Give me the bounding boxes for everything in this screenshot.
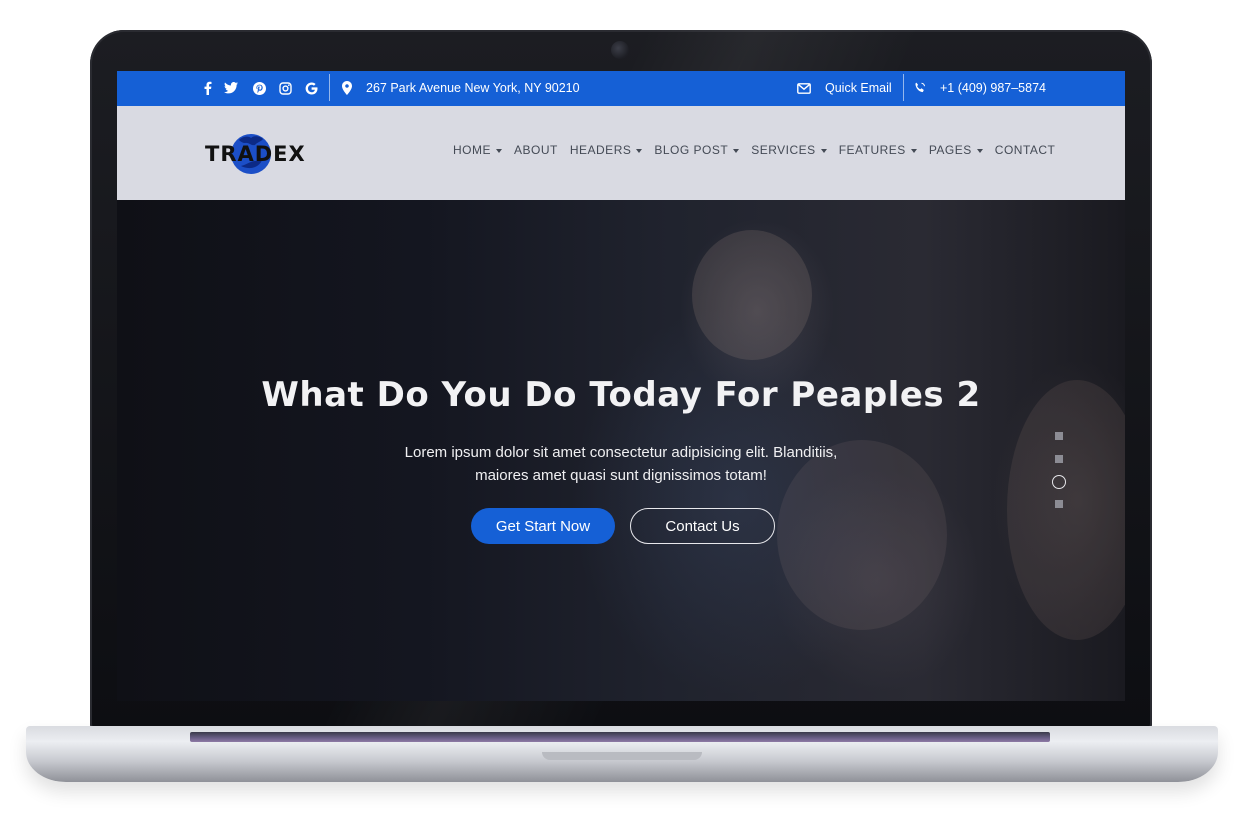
- caret-down-icon: [636, 148, 643, 153]
- nav-menu: HOME ABOUT HEADERS BLOG POST SERVICES FE…: [453, 143, 1055, 157]
- caret-down-icon: [976, 148, 983, 153]
- caret-down-icon: [733, 148, 740, 153]
- pinterest-icon[interactable]: [251, 80, 267, 96]
- hero-background-figure: [692, 230, 812, 360]
- main-navbar: TRADEX HOME ABOUT HEADERS BLOG POST SERV…: [117, 106, 1125, 200]
- slider-dot-active[interactable]: [1052, 475, 1066, 489]
- nav-item-headers[interactable]: HEADERS: [570, 143, 643, 157]
- nav-label: FEATURES: [838, 143, 906, 157]
- hero-subtitle: Lorem ipsum dolor sit amet consectetur a…: [371, 441, 871, 487]
- top-contact-bar: 267 Park Avenue New York, NY 90210 Quick…: [117, 71, 1125, 106]
- twitter-icon[interactable]: [223, 80, 239, 96]
- nav-item-services[interactable]: SERVICES: [751, 143, 827, 157]
- address-text: 267 Park Avenue New York, NY 90210: [366, 81, 580, 95]
- nav-item-features[interactable]: FEATURES: [839, 143, 917, 157]
- nav-item-about[interactable]: ABOUT: [514, 143, 558, 157]
- laptop-screen: 267 Park Avenue New York, NY 90210 Quick…: [117, 71, 1125, 701]
- nav-item-blog-post[interactable]: BLOG POST: [654, 143, 740, 157]
- topbar-divider: [903, 74, 904, 101]
- envelope-icon: [796, 80, 812, 96]
- instagram-icon[interactable]: [277, 80, 293, 96]
- slider-pagination: [1051, 432, 1067, 512]
- nav-label: ABOUT: [514, 143, 558, 157]
- google-icon[interactable]: [303, 80, 319, 96]
- nav-label: CONTACT: [994, 143, 1056, 157]
- slider-dot[interactable]: [1055, 500, 1063, 508]
- caret-down-icon: [910, 148, 917, 153]
- nav-item-home[interactable]: HOME: [453, 143, 502, 157]
- phone-icon: [912, 80, 928, 96]
- hero-slider: What Do You Do Today For Peaples 2 Lorem…: [117, 200, 1125, 701]
- nav-label: PAGES: [928, 143, 972, 157]
- contact-us-button[interactable]: Contact Us: [630, 508, 775, 544]
- tradex-logo[interactable]: TRADEX: [205, 128, 306, 178]
- get-start-now-button[interactable]: Get Start Now: [471, 508, 615, 544]
- webcam: [611, 41, 629, 59]
- hero-title: What Do You Do Today For Peaples 2: [261, 375, 981, 415]
- hero-subtitle-line: Lorem ipsum dolor sit amet consectetur a…: [404, 444, 838, 461]
- hero-subtitle-line: maiores amet quasi sunt dignissimos tota…: [475, 467, 767, 484]
- quick-email-link[interactable]: Quick Email: [825, 81, 892, 95]
- facebook-icon[interactable]: [199, 80, 215, 96]
- slider-dot[interactable]: [1055, 432, 1063, 440]
- caret-down-icon: [820, 148, 827, 153]
- slider-dot[interactable]: [1055, 455, 1063, 463]
- nav-item-pages[interactable]: PAGES: [929, 143, 983, 157]
- nav-label: HOME: [453, 143, 491, 157]
- caret-down-icon: [496, 148, 502, 153]
- logo-text: TRADEX: [205, 142, 306, 166]
- phone-number-link[interactable]: +1 (409) 987–5874: [940, 81, 1046, 95]
- topbar-divider: [329, 74, 330, 101]
- nav-label: HEADERS: [569, 143, 632, 157]
- keyboard-edge: [190, 732, 1050, 742]
- map-pin-icon: [339, 80, 355, 96]
- trackpad-notch: [542, 752, 702, 760]
- nav-item-contact[interactable]: CONTACT: [995, 143, 1056, 157]
- nav-label: SERVICES: [751, 143, 816, 157]
- nav-label: BLOG POST: [654, 143, 729, 157]
